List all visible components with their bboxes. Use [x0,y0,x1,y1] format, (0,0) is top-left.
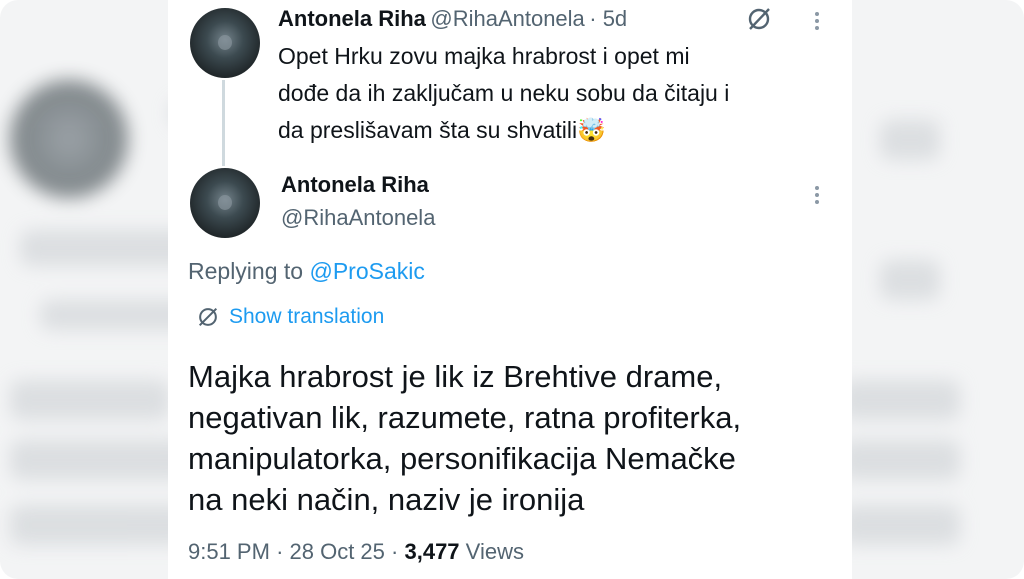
views-count: 3,477 [404,539,460,564]
thread-connector-line [222,80,225,166]
tweet-meta: 9:51 PM · 28 Oct 25 · 3,477 Views [188,539,524,565]
tweet-text-line: Opet Hrku zovu majka hrabrost i opet mi [278,43,690,69]
show-translation-button[interactable]: Show translation [196,305,384,329]
avatar[interactable] [190,168,260,238]
tweet-text-line: na neki način, naziv je ironija [188,482,585,517]
reply-tweet-header: Antonela Riha @RihaAntonela · 5d [278,6,627,32]
blurred-line [880,120,940,160]
views-label: Views [465,539,524,564]
tweet-age[interactable]: · 5d [589,6,627,31]
blurred-line [840,505,960,545]
separator: · [391,539,399,564]
tweet-card: Antonela Riha @RihaAntonela · 5d Opet Hr… [168,0,852,579]
author-name[interactable]: Antonela Riha [281,172,429,198]
author-handle[interactable]: @RihaAntonela [430,6,584,31]
main-tweet-text: Majka hrabrost je lik iz Brehtive drame,… [188,356,843,520]
tweet-text-line: negativan lik, razumete, ratna profiterk… [188,400,742,435]
author-name[interactable]: Antonela Riha [278,6,426,31]
blurred-line [840,380,960,420]
avatar[interactable] [190,8,260,78]
replying-handle-link[interactable]: @ProSakic [309,258,424,284]
blurred-line [840,440,960,480]
more-dots-icon[interactable] [815,9,821,33]
reply-tweet-text: Opet Hrku zovu majka hrabrost i opet mi … [278,38,838,149]
blurred-line [880,260,940,300]
tweet-date[interactable]: 28 Oct 25 [290,539,385,564]
separator: · [276,539,284,564]
tweet-text-line: manipulatorka, personifikacija Nemačke [188,441,736,476]
blurred-line [10,440,190,480]
tweet-text-line: da preslišavam šta su shvatili🤯 [278,117,606,143]
blurred-line [10,380,170,420]
more-dots-icon[interactable] [815,183,821,207]
tweet-text-line: Majka hrabrost je lik iz Brehtive drame, [188,359,723,394]
tweet-time[interactable]: 9:51 PM [188,539,270,564]
translate-icon [198,307,218,327]
replying-prefix: Replying to [188,258,310,284]
tweet-text-line: dođe da ih zaključam u neku sobu da čita… [278,80,730,106]
blurred-line [10,505,190,545]
grok-slash-icon[interactable] [746,6,772,32]
blurred-avatar [10,80,128,198]
author-handle[interactable]: @RihaAntonela [281,205,435,231]
show-translation-label: Show translation [229,305,385,328]
replying-to: Replying to @ProSakic [188,258,425,285]
